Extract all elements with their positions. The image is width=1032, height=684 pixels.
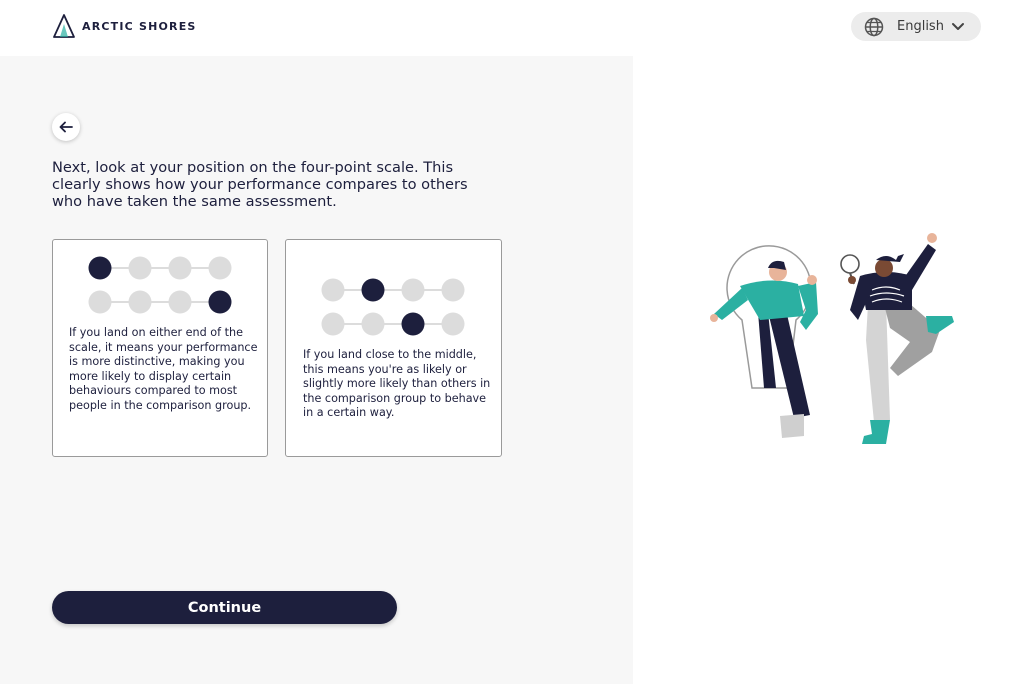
scale-dot	[401, 312, 425, 336]
chevron-down-icon	[952, 23, 964, 30]
card-description: If you land close to the middle, this me…	[303, 348, 491, 419]
scale-dot	[321, 312, 345, 336]
globe-icon	[864, 17, 884, 36]
brand-name: ARCTIC SHORES	[82, 19, 197, 33]
scale-card-ends: If you land on either end of the scale, …	[52, 239, 268, 457]
scale-dot	[401, 278, 425, 302]
intro-text: Next, look at your position on the four-…	[52, 159, 468, 210]
scale-dot	[128, 290, 152, 314]
scale-dot	[321, 278, 345, 302]
arctic-shores-logo-icon	[53, 14, 75, 38]
brand-logo: ARCTIC SHORES	[52, 14, 197, 38]
top-bar: ARCTIC SHORES English	[0, 0, 1032, 56]
scale-dot	[361, 278, 385, 302]
card-description: If you land on either end of the scale, …	[69, 326, 258, 412]
scale-dot	[88, 290, 112, 314]
language-label: English	[897, 19, 944, 34]
scale-dot	[208, 256, 232, 280]
four-point-scale-diagram	[321, 278, 465, 336]
continue-button[interactable]: Continue	[52, 591, 397, 624]
scale-dot	[128, 256, 152, 280]
arrow-left-icon	[59, 121, 73, 133]
scale-dot	[88, 256, 112, 280]
back-button[interactable]	[52, 113, 80, 141]
people-illustration	[710, 233, 954, 444]
scale-card-middle: If you land close to the middle, this me…	[285, 239, 502, 457]
four-point-scale-diagram	[88, 256, 232, 314]
scale-dot	[361, 312, 385, 336]
scale-dot	[441, 278, 465, 302]
scale-dot	[441, 312, 465, 336]
scale-dot	[208, 290, 232, 314]
scale-dot	[168, 256, 192, 280]
scale-dot	[168, 290, 192, 314]
language-selector[interactable]: English	[851, 12, 981, 41]
